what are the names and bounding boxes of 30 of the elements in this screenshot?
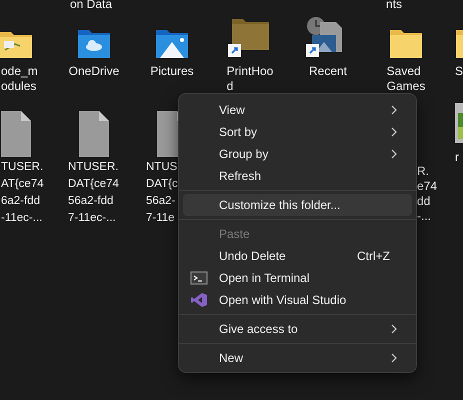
item-label: PrintHoo d (226, 64, 274, 94)
file-icon (0, 110, 33, 158)
menu-item[interactable]: Customize this folder... (183, 194, 412, 216)
item-label: NTUSER. DAT{ce74 56a2-fdd 7-11ec-... (68, 160, 119, 226)
menu-item[interactable]: Undo Delete Ctrl+Z (183, 245, 412, 267)
item-label: OneDrive (68, 64, 120, 79)
item-label: Pictures (150, 64, 194, 79)
item-label: TUSER. AT{ce74 6a2-fdd -11ec-... (1, 160, 44, 226)
item-label: NTUS DAT{c 56a2- 7-11e (146, 160, 178, 226)
menu-item[interactable]: View (183, 99, 412, 121)
menu-item[interactable]: Sort by (183, 121, 412, 143)
item-label: Saved Games (386, 64, 426, 94)
menu-item[interactable]: New (183, 347, 412, 369)
item-label: nts (386, 0, 402, 12)
menu-item[interactable]: Open in Terminal (183, 267, 412, 289)
visual-studio-icon (190, 292, 208, 308)
terminal-icon (190, 270, 208, 286)
item-label: on Data (70, 0, 112, 12)
item-label: ode_m odules (1, 64, 38, 94)
item-label: S (455, 64, 463, 79)
menu-item[interactable]: Group by (183, 143, 412, 165)
item-label: R. e74 dd -... (417, 164, 438, 224)
menu-item[interactable]: Refresh (183, 165, 412, 187)
shortcut-text: Ctrl+Z (357, 248, 390, 265)
file-icon (77, 110, 111, 158)
item-label: Recent (308, 64, 348, 79)
menu-item[interactable]: Give access to (183, 318, 412, 340)
item-label: r (455, 150, 460, 165)
folder-shortcut-icon (228, 16, 272, 60)
menu-item[interactable]: Open with Visual Studio (183, 289, 412, 311)
